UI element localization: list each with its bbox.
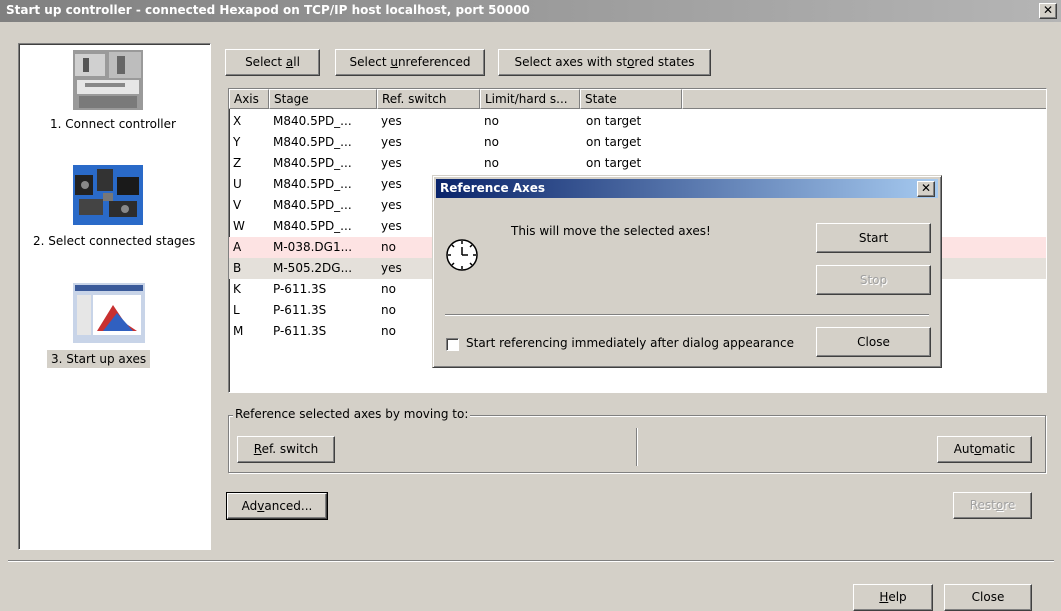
cell-limit: no [484, 135, 499, 149]
select-stored-states-button[interactable]: Select axes with stored states [498, 49, 711, 76]
controller-photo [73, 50, 143, 110]
cell-axis: V [233, 198, 242, 212]
reference-axes-dialog: Reference Axes ✕ This will move the sele… [432, 175, 942, 368]
reference-group-label: Reference selected axes by moving to: [233, 407, 471, 421]
cell-ref: yes [381, 114, 402, 128]
help-button[interactable]: Help [853, 584, 933, 611]
footer-separator [8, 560, 1054, 561]
ref-switch-button[interactable]: Ref. switch [237, 436, 335, 463]
cell-axis: K [233, 282, 241, 296]
start-immediately-label[interactable]: Start referencing immediately after dial… [466, 336, 794, 350]
ref-switch-label-post: ef. switch [261, 442, 319, 456]
cell-axis: Y [233, 135, 241, 149]
cell-axis: X [233, 114, 242, 128]
start-immediately-checkbox[interactable] [446, 338, 459, 351]
dialog-titlebar: Reference Axes ✕ [436, 179, 938, 198]
column-header-ref-switch[interactable]: Ref. switch [377, 89, 480, 109]
cell-stage: P-611.3S [273, 324, 327, 338]
sidebar-step-2-label[interactable]: 2. Select connected stages [33, 234, 195, 248]
stages-photo [73, 165, 143, 225]
column-header-state[interactable]: State [580, 89, 682, 109]
table-row[interactable]: X M840.5PD_... yes no on target [229, 111, 1046, 132]
automatic-button[interactable]: Automatic [937, 436, 1032, 463]
select-unreferenced-button[interactable]: Select unreferenced [335, 49, 485, 76]
window-title: Start up controller - connected Hexapod … [6, 3, 530, 17]
help-label-mnemonic: H [879, 590, 889, 604]
cell-limit: no [484, 114, 499, 128]
select-all-button[interactable]: Select all [225, 49, 320, 76]
column-header-stage[interactable]: Stage [269, 89, 377, 109]
restore-button[interactable]: Restore [953, 492, 1032, 519]
advanced-label-post: anced... [264, 499, 313, 513]
cell-stage: M840.5PD_... [273, 177, 352, 191]
cell-stage: M-505.2DG... [273, 261, 353, 275]
select-all-label-pre: Select [245, 55, 286, 69]
controller-photo-icon[interactable] [73, 50, 143, 110]
table-row[interactable]: Y M840.5PD_... yes no on target [229, 132, 1046, 153]
cell-axis: A [233, 240, 242, 254]
cell-state: on target [586, 135, 642, 149]
cell-stage: P-611.3S [273, 303, 327, 317]
restore-label-post: re [1003, 498, 1016, 512]
help-label-post: elp [888, 590, 907, 604]
cell-axis: L [233, 303, 240, 317]
cell-stage: M840.5PD_... [273, 156, 352, 170]
cell-ref: yes [381, 156, 402, 170]
dialog-separator [445, 314, 929, 315]
select-stored-states-label-post: red states [634, 55, 695, 69]
close-icon: ✕ [920, 181, 932, 195]
table-row[interactable]: Z M840.5PD_... yes no on target [229, 153, 1046, 174]
cell-stage: M840.5PD_... [273, 198, 352, 212]
dialog-message: This will move the selected axes! [511, 224, 711, 238]
dialog-close-x-button[interactable]: ✕ [917, 181, 935, 197]
sidebar-step-1-label[interactable]: 1. Connect controller [50, 117, 176, 131]
select-unreferenced-label-mnemonic: u [390, 55, 398, 69]
cell-axis: M [233, 324, 244, 338]
dialog-stop-button[interactable]: Stop [816, 265, 931, 295]
select-unreferenced-label-pre: Select [349, 55, 391, 69]
restore-label-pre: Rest [969, 498, 996, 512]
column-header-filler [682, 89, 1046, 109]
cell-stage: M840.5PD_... [273, 219, 352, 233]
automatic-label-mnemonic: o [974, 442, 982, 456]
clock-icon [446, 239, 478, 271]
axes-screenshot [73, 283, 145, 343]
close-button[interactable]: Close [944, 584, 1032, 611]
cell-stage: M840.5PD_... [273, 114, 352, 128]
reference-group-box [228, 415, 1046, 473]
dialog-close-button[interactable]: Close [816, 327, 931, 357]
cell-state: on target [586, 156, 642, 170]
select-all-label-post: ll [293, 55, 300, 69]
cell-axis: U [233, 177, 242, 191]
close-icon: ✕ [1042, 3, 1054, 17]
stages-photo-icon[interactable] [73, 165, 143, 225]
column-header-axis[interactable]: Axis [229, 89, 269, 109]
dialog-start-button[interactable]: Start [816, 223, 931, 253]
cell-ref: yes [381, 135, 402, 149]
automatic-label-post: matic [981, 442, 1016, 456]
cell-limit: no [484, 156, 499, 170]
sidebar-step-3-label[interactable]: 3. Start up axes [47, 350, 151, 368]
axes-screenshot-icon[interactable] [73, 283, 145, 343]
dialog-title: Reference Axes [440, 181, 546, 195]
cell-axis: B [233, 261, 242, 275]
advanced-label-pre: Ad [241, 499, 258, 513]
cell-stage: M840.5PD_... [273, 135, 352, 149]
cell-axis: W [233, 219, 245, 233]
cell-axis: Z [233, 156, 242, 170]
reference-group-divider [636, 428, 637, 466]
window-titlebar: Start up controller - connected Hexapod … [0, 0, 1061, 22]
cell-state: on target [586, 114, 642, 128]
cell-stage: M-038.DG1... [273, 240, 353, 254]
select-unreferenced-label-post: nreferenced [397, 55, 471, 69]
select-stored-states-label-pre: Select axes with st [514, 55, 628, 69]
table-header: Axis Stage Ref. switch Limit/hard s... S… [229, 89, 1046, 109]
cell-stage: P-611.3S [273, 282, 327, 296]
automatic-label-pre: Aut [953, 442, 975, 456]
window-close-button[interactable]: ✕ [1039, 3, 1057, 19]
ref-switch-label-mnemonic: R [253, 442, 262, 456]
advanced-button[interactable]: Advanced... [226, 492, 328, 520]
column-header-limit[interactable]: Limit/hard s... [480, 89, 580, 109]
